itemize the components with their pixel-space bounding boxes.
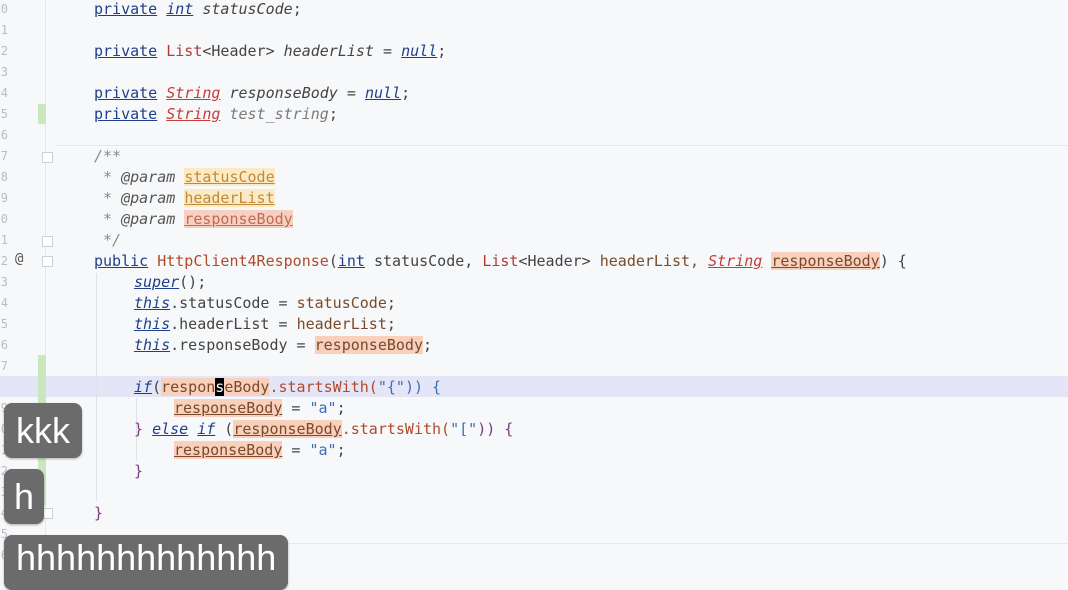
line-number: 7	[0, 149, 8, 163]
line-number: 9	[0, 191, 8, 205]
code-line[interactable]: * @param responseBody	[94, 209, 293, 230]
code-line[interactable]: super();	[134, 272, 206, 293]
line-number: 6	[0, 128, 8, 142]
line-number: 3	[0, 275, 8, 289]
text-cursor: s	[215, 378, 225, 396]
keystroke-bubble: hhhhhhhhhhhhh	[4, 535, 289, 590]
line-number: 6	[0, 338, 8, 352]
line-number: 5	[0, 317, 8, 331]
code-line[interactable]: } else if (responseBody.startsWith("["))…	[134, 419, 513, 440]
code-line[interactable]: */	[94, 230, 121, 251]
code-line[interactable]: }	[134, 461, 143, 482]
code-line[interactable]: private String test_string;	[94, 104, 338, 125]
code-line[interactable]: if(responseBody.startsWith("{")) {	[134, 377, 441, 398]
code-line[interactable]: responseBody = "a";	[174, 398, 346, 419]
line-number: 4	[0, 86, 8, 100]
indent-guide	[96, 273, 97, 501]
line-number: 3	[0, 65, 8, 79]
code-line[interactable]: private List<Header> headerList = null;	[94, 41, 446, 62]
code-line[interactable]: private int statusCode;	[94, 0, 302, 20]
line-number: 4	[0, 296, 8, 310]
keystroke-bubble: h	[4, 469, 45, 524]
code-line[interactable]: this.headerList = headerList;	[134, 314, 396, 335]
fold-toggle-icon[interactable]	[42, 152, 53, 163]
line-number: 0	[0, 212, 8, 226]
line-number: 1	[0, 23, 8, 37]
line-number: 0	[0, 2, 8, 16]
code-line[interactable]: responseBody = "a";	[174, 440, 346, 461]
keystroke-bubble: kkk	[4, 403, 82, 458]
fold-toggle-icon[interactable]	[42, 256, 53, 267]
line-number: 2	[0, 44, 8, 58]
line-number: 7	[0, 359, 8, 373]
method-separator	[56, 145, 1068, 146]
code-line[interactable]: private String responseBody = null;	[94, 83, 410, 104]
line-number: 5	[0, 107, 8, 121]
code-line[interactable]: * @param headerList	[94, 188, 275, 209]
override-marker-icon[interactable]: @	[15, 251, 23, 267]
code-line[interactable]: public HttpClient4Response(int statusCod…	[94, 251, 907, 272]
vcs-change-marker[interactable]	[38, 104, 46, 124]
code-line[interactable]: /**	[94, 146, 121, 167]
code-line[interactable]: this.responseBody = responseBody;	[134, 335, 432, 356]
fold-toggle-icon[interactable]	[42, 236, 53, 247]
line-number: 2	[0, 254, 8, 268]
code-line[interactable]: * @param statusCode	[94, 167, 275, 188]
line-number: 1	[0, 233, 8, 247]
code-line[interactable]: this.statusCode = statusCode;	[134, 293, 396, 314]
code-line[interactable]: }	[94, 503, 103, 524]
line-number: 8	[0, 170, 8, 184]
